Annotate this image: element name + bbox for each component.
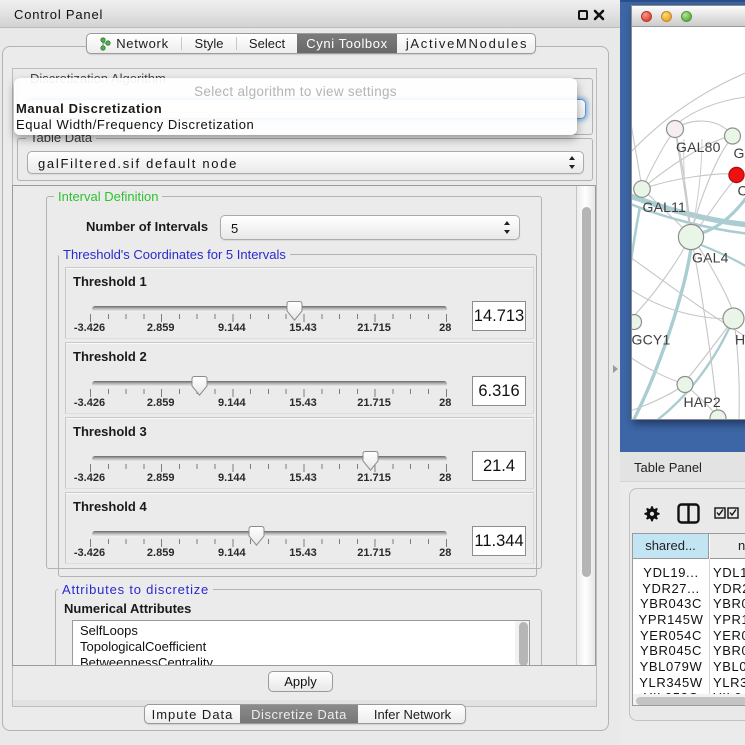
svg-text:GAL80: GAL80: [676, 139, 721, 155]
svg-text:HAP2: HAP2: [684, 394, 721, 410]
svg-text:GCY1: GCY1: [632, 332, 670, 348]
svg-text:C: C: [738, 183, 745, 199]
svg-text:GAL11: GAL11: [643, 199, 687, 215]
svg-text:GA: GA: [734, 145, 745, 161]
svg-text:H: H: [735, 332, 745, 348]
svg-text:GAL4: GAL4: [692, 250, 729, 266]
